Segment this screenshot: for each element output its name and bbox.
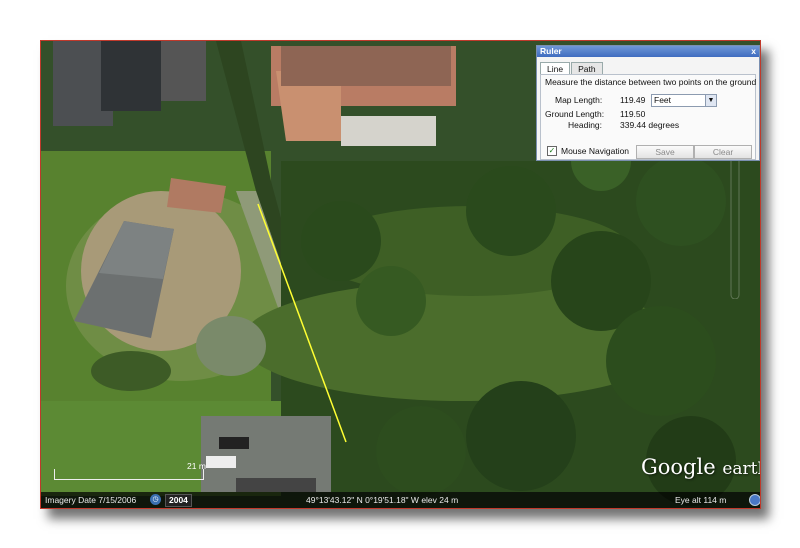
map-length-label: Map Length: (555, 95, 603, 105)
ruler-title: Ruler (540, 46, 562, 56)
ruler-description: Measure the distance between two points … (545, 77, 757, 87)
ground-length-label: Ground Length: (545, 109, 605, 119)
historical-imagery-icon[interactable]: ◷ (150, 494, 161, 505)
units-dropdown[interactable]: Feet ▼ (651, 94, 717, 107)
mouse-navigation-label: Mouse Navigation (561, 146, 630, 156)
scale-bar (54, 469, 204, 480)
clear-button[interactable]: Clear (694, 145, 752, 159)
globe-icon (749, 494, 760, 506)
navigation-compass-watermark[interactable] (727, 148, 743, 300)
google-earth-logo: Google earth (641, 455, 760, 479)
ground-length-value: 119.50 (620, 109, 646, 119)
mouse-navigation-checkbox[interactable]: ✓ (547, 146, 557, 156)
ruler-dialog: Ruler x Line Path Measure the distance be… (536, 45, 760, 161)
ruler-titlebar[interactable]: Ruler x (537, 46, 759, 57)
coordinates-readout: 49°13'43.12" N 0°19'51.18" W elev 24 m (306, 495, 459, 505)
chevron-down-icon[interactable]: ▼ (705, 95, 716, 106)
year-badge[interactable]: 2004 (165, 494, 192, 507)
ruler-panel: Measure the distance between two points … (540, 74, 756, 160)
status-bar: Imagery Date 7/15/2006 ◷ 2004 49°13'43.1… (41, 492, 760, 508)
heading-value: 339.44 degrees (620, 120, 680, 130)
ruler-tabs: Line Path (540, 62, 604, 75)
save-button[interactable]: Save (636, 145, 694, 159)
units-selected: Feet (654, 95, 672, 105)
imagery-date: Imagery Date 7/15/2006 (45, 495, 137, 505)
google-earth-window: Google earth 21 m Ruler x LinePath Measu… (40, 40, 761, 509)
scale-label: 21 m (187, 461, 206, 471)
eye-altitude: Eye alt 114 m (675, 495, 727, 505)
close-icon[interactable]: x (751, 46, 756, 57)
map-length-value: 119.49 (620, 95, 646, 105)
heading-label: Heading: (568, 120, 603, 130)
